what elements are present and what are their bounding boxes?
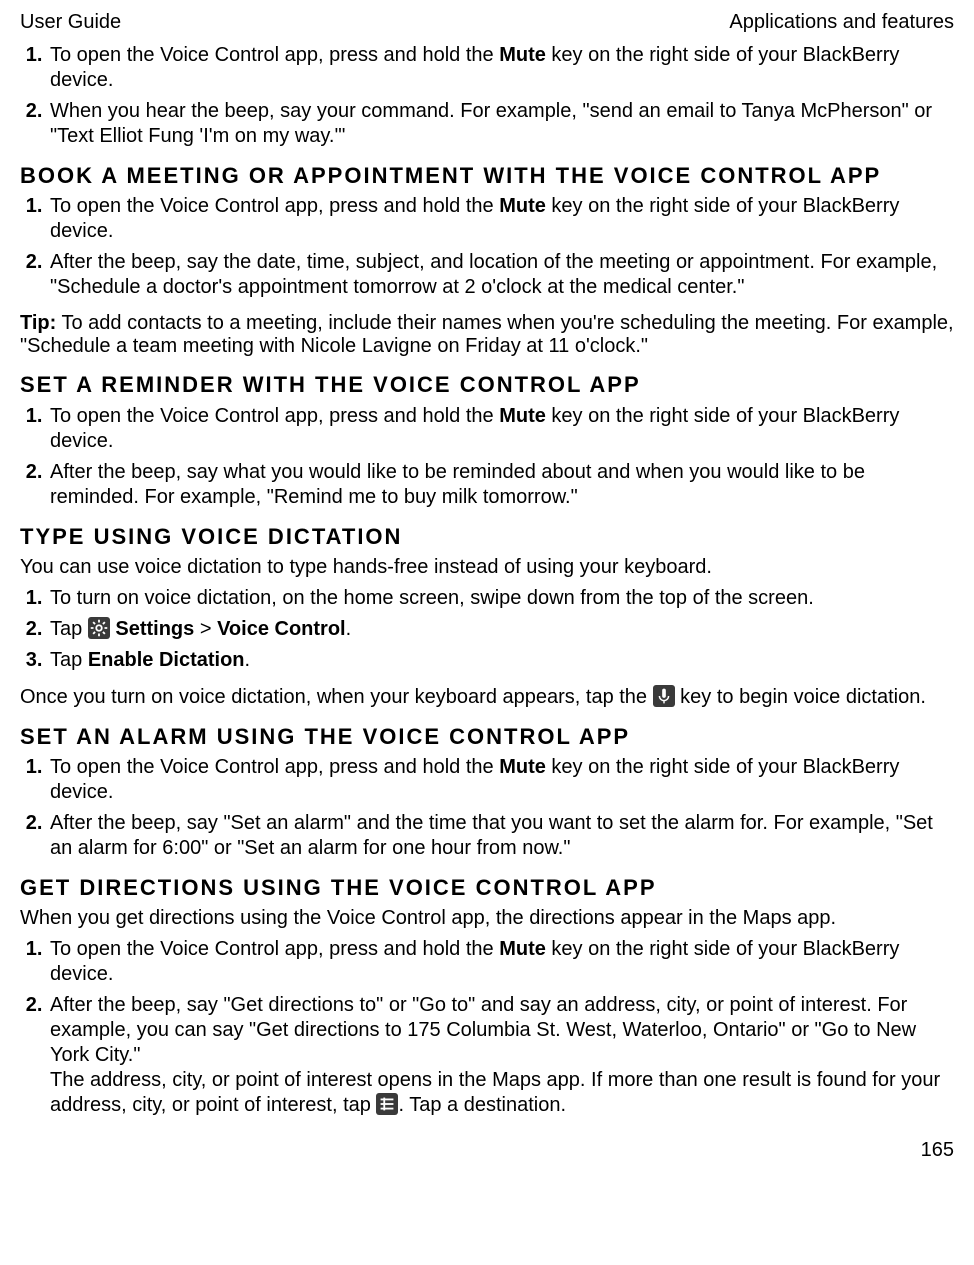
list-item: Tap Enable Dictation.	[48, 648, 954, 673]
section-heading-dictation: Type using voice dictation	[20, 524, 954, 549]
microphone-icon	[653, 685, 675, 707]
directions-list: To open the Voice Control app, press and…	[20, 937, 954, 1118]
intro-list: To open the Voice Control app, press and…	[20, 43, 954, 149]
section-heading-reminder: Set a reminder with the Voice Control ap…	[20, 372, 954, 397]
page-number: 165	[20, 1138, 954, 1163]
book-list: To open the Voice Control app, press and…	[20, 194, 954, 300]
page-header: User Guide Applications and features	[20, 10, 954, 35]
list-item: To open the Voice Control app, press and…	[48, 194, 954, 244]
list-item: After the beep, say "Get directions to" …	[48, 993, 954, 1118]
list-item: To turn on voice dictation, on the home …	[48, 586, 954, 611]
directions-intro: When you get directions using the Voice …	[20, 906, 954, 931]
alarm-list: To open the Voice Control app, press and…	[20, 755, 954, 861]
section-heading-directions: Get directions using the Voice Control a…	[20, 875, 954, 900]
header-right: Applications and features	[729, 10, 954, 35]
book-tip: Tip: To add contacts to a meeting, inclu…	[20, 312, 954, 358]
list-item: After the beep, say "Set an alarm" and t…	[48, 811, 954, 861]
header-left: User Guide	[20, 10, 121, 35]
list-item: To open the Voice Control app, press and…	[48, 937, 954, 987]
list-item: To open the Voice Control app, press and…	[48, 43, 954, 93]
dictation-list: To turn on voice dictation, on the home …	[20, 586, 954, 673]
dictation-intro: You can use voice dictation to type hand…	[20, 555, 954, 580]
reminder-list: To open the Voice Control app, press and…	[20, 404, 954, 510]
dictation-outro: Once you turn on voice dictation, when y…	[20, 685, 954, 710]
section-heading-alarm: Set an alarm using the Voice Control app	[20, 724, 954, 749]
list-item: To open the Voice Control app, press and…	[48, 404, 954, 454]
section-heading-book: Book a meeting or appointment with the V…	[20, 163, 954, 188]
list-item: When you hear the beep, say your command…	[48, 99, 954, 149]
list-item: After the beep, say what you would like …	[48, 460, 954, 510]
list-item: Tap Settings > Voice Control.	[48, 617, 954, 642]
list-results-icon	[376, 1093, 398, 1115]
list-item: To open the Voice Control app, press and…	[48, 755, 954, 805]
settings-gear-icon	[88, 617, 110, 639]
list-item: After the beep, say the date, time, subj…	[48, 250, 954, 300]
